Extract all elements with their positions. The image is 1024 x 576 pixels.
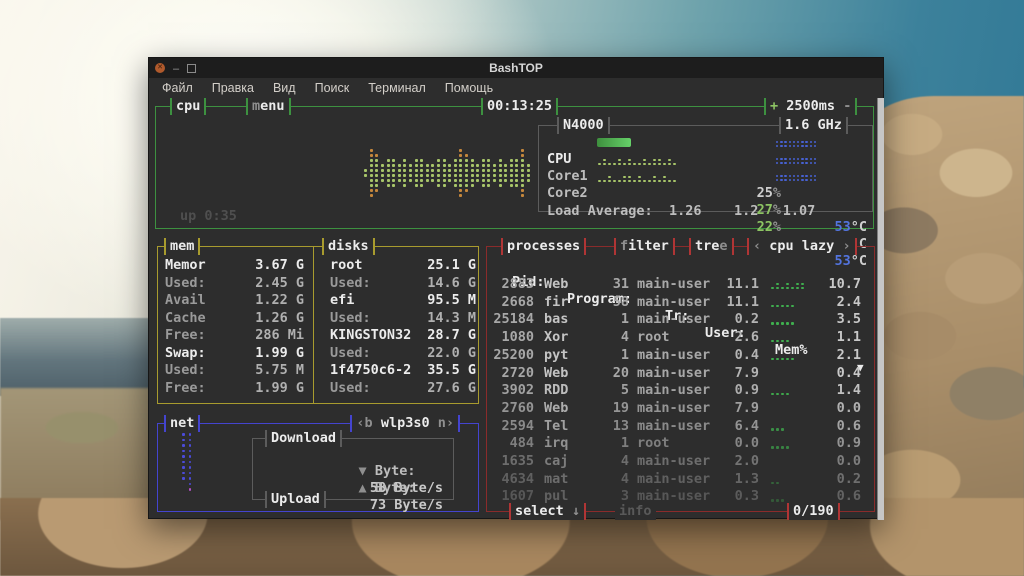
- download-label: Download: [265, 430, 342, 447]
- tree-button[interactable]: tree: [689, 238, 734, 255]
- processes-box-label: processes: [501, 238, 586, 255]
- core2-usage-graph: [597, 171, 707, 183]
- core1-usage-graph: [597, 154, 707, 166]
- process-row[interactable]: 1080Xor4root2.61.1: [487, 329, 874, 346]
- cpu-usage-meter: [597, 138, 631, 147]
- process-row[interactable]: 2668fir58main-user11.12.4: [487, 294, 874, 311]
- process-cpu-graph: [770, 350, 812, 361]
- net-history-graph: [182, 433, 191, 491]
- mem-disks-divider: [313, 246, 314, 404]
- menu-item-terminal[interactable]: Терминал: [368, 81, 426, 95]
- core1-temp-graph: [775, 155, 817, 165]
- process-row[interactable]: 25184bas1main-user0.23.5: [487, 311, 874, 328]
- process-row[interactable]: 2594Tel13main-user6.40.6: [487, 418, 874, 435]
- sort-selector[interactable]: ‹ cpu lazy ›: [747, 238, 857, 255]
- clock: 00:13:25: [481, 98, 558, 115]
- process-row[interactable]: 1635caj4main-user2.00.0: [487, 453, 874, 470]
- window-title: BashTOP: [149, 61, 883, 75]
- desktop: ✕ – BashTOP Файл Правка Вид Поиск Термин…: [0, 0, 1024, 576]
- cpu-freq-label: 1.6 GHz: [779, 117, 848, 134]
- cpu-model-label: N4000: [557, 117, 610, 134]
- net-box-label: net: [164, 415, 200, 432]
- core2-temp-graph: [775, 172, 817, 182]
- process-cpu-graph: [770, 474, 812, 485]
- disk-row: Used:27.6 G: [158, 380, 478, 397]
- terminal-scrollbar[interactable]: [877, 98, 884, 520]
- process-row[interactable]: 2720Web20main-user7.90.4: [487, 365, 874, 382]
- cpu-core2-row: Core2 22% 53°C: [539, 168, 872, 185]
- uptime-label: up 0:35: [180, 208, 237, 224]
- disk-row: KINGSTON3228.7 G: [158, 327, 478, 344]
- disks-box-label: disks: [322, 238, 375, 255]
- cpu-box-label: cpu: [170, 98, 206, 115]
- cpu-temp-graph: [775, 138, 817, 148]
- selection-counter: 0/190: [787, 503, 840, 520]
- load-average-row: Load Average: 1.26 1.2 1.07: [539, 186, 872, 203]
- process-header-row[interactable]: Pid: Program: Tr: User: Mem% ▼: [487, 257, 874, 274]
- disk-row: 1f4750c6-235.5 G: [158, 362, 478, 379]
- upload-row: ▲ Byte: 73 Byte/s: [261, 463, 449, 480]
- process-row[interactable]: 4634mat4main-user1.30.2: [487, 471, 874, 488]
- menu-item-edit[interactable]: Правка: [212, 81, 254, 95]
- menu-item-file[interactable]: Файл: [162, 81, 193, 95]
- mem-box: mem disks Memor3.67 GUsed:2.45 GAvail1.2…: [157, 246, 479, 404]
- cpu-detail-box: N4000 1.6 GHz CPU 25% 53°C Core1 27% 54°…: [538, 125, 873, 212]
- process-row[interactable]: 2760Web19main-user7.90.0: [487, 400, 874, 417]
- net-interface-switch[interactable]: ‹b wlp3s0 n›: [350, 415, 460, 432]
- cpu-history-graph: [363, 140, 535, 206]
- process-row[interactable]: 484irq1root0.00.9: [487, 435, 874, 452]
- terminal-window: ✕ – BashTOP Файл Правка Вид Поиск Термин…: [148, 57, 884, 519]
- processes-box: processes filter tree ‹ cpu lazy › Pid: …: [486, 246, 875, 512]
- process-cpu-graph: [770, 297, 812, 308]
- menu-button[interactable]: menu: [246, 98, 291, 115]
- titlebar[interactable]: ✕ – BashTOP: [149, 58, 883, 78]
- bashtop-screen: cpu menu 00:13:25 + 2500ms - up 0:35 N40…: [149, 98, 883, 518]
- net-box: net ‹b wlp3s0 n› Download Upload ▼ Byte:…: [157, 423, 479, 512]
- refresh-interval[interactable]: + 2500ms -: [764, 98, 857, 115]
- menu-item-view[interactable]: Вид: [273, 81, 296, 95]
- disk-row: Used:14.3 M: [158, 310, 478, 327]
- disk-row: Used:22.0 G: [158, 345, 478, 362]
- download-row: ▼ Byte: 58 Byte/s: [261, 446, 449, 463]
- disk-row: root25.1 G: [158, 257, 478, 274]
- menu-item-help[interactable]: Помощь: [445, 81, 493, 95]
- process-cpu-graph: [770, 332, 812, 343]
- process-cpu-graph: [770, 421, 812, 432]
- info-button[interactable]: info: [615, 503, 656, 520]
- process-row[interactable]: 2883Web31main-user11.110.7: [487, 276, 874, 293]
- disk-row: efi95.5 M: [158, 292, 478, 309]
- disk-row: Used:14.6 G: [158, 275, 478, 292]
- process-cpu-graph: [770, 279, 812, 290]
- process-row[interactable]: 25200pyt1main-user0.42.1: [487, 347, 874, 364]
- menu-item-search[interactable]: Поиск: [315, 81, 350, 95]
- cpu-total-row: CPU 25% 53°C: [539, 134, 872, 151]
- process-row[interactable]: 3902RDD5main-user0.91.4: [487, 382, 874, 399]
- filter-button[interactable]: filter: [614, 238, 675, 255]
- cpu-core1-row: Core1 27% 54°C: [539, 151, 872, 168]
- menu-bar: Файл Правка Вид Поиск Терминал Помощь: [149, 78, 883, 98]
- mem-box-label: mem: [164, 238, 200, 255]
- process-cpu-graph: [770, 438, 812, 449]
- process-cpu-graph: [770, 385, 812, 396]
- process-cpu-graph: [770, 491, 812, 502]
- net-detail-box: Download Upload ▼ Byte: 58 Byte/s ▲ Byte…: [252, 438, 454, 500]
- process-cpu-graph: [770, 314, 812, 325]
- select-button[interactable]: select ↓: [509, 503, 586, 520]
